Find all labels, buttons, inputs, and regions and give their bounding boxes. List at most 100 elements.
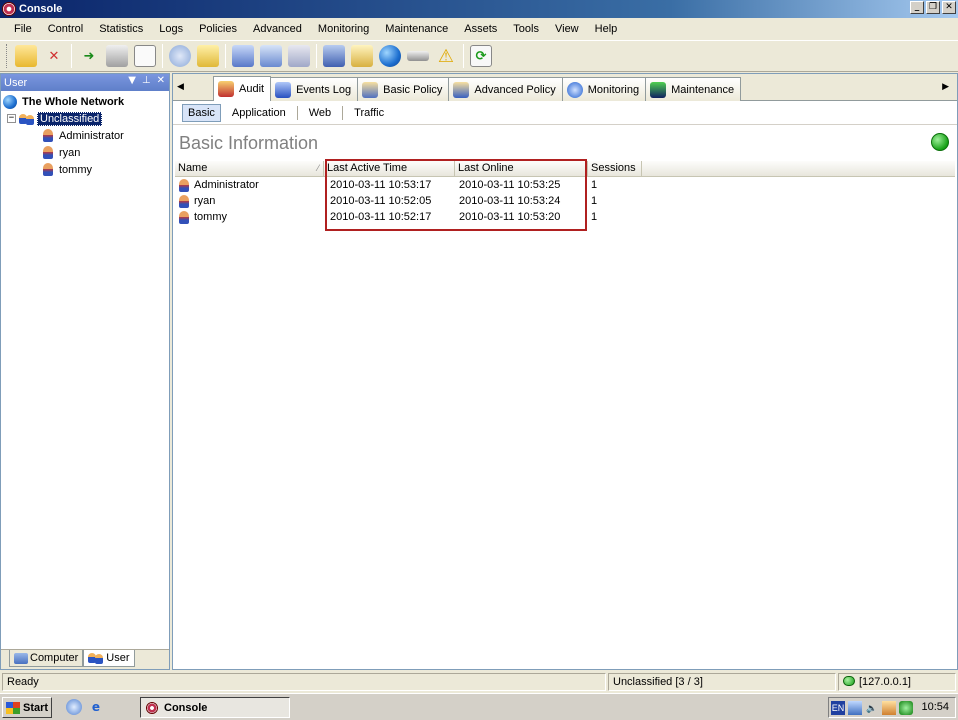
tab-monitoring[interactable]: Monitoring xyxy=(561,77,647,101)
cell-name-text: tommy xyxy=(194,211,227,223)
refresh-icon[interactable]: ⟳ xyxy=(470,45,492,67)
status-ready: Ready xyxy=(2,673,606,691)
taskbar-console[interactable]: Console xyxy=(140,697,290,718)
system-tray: EN 🔈 10:54 xyxy=(828,697,956,718)
menu-control[interactable]: Control xyxy=(40,23,91,35)
delete-icon[interactable]: ✕ xyxy=(43,45,65,67)
drive-icon[interactable] xyxy=(407,51,429,61)
tab-monitoring-label: Monitoring xyxy=(587,83,640,96)
tree-user-label: ryan xyxy=(59,146,81,159)
monitor-tray-icon[interactable] xyxy=(899,700,913,715)
tree-group[interactable]: − Unclassified xyxy=(3,110,169,127)
copy-icon[interactable] xyxy=(232,45,254,67)
section-title: Basic Information xyxy=(179,133,319,153)
start-button[interactable]: Start xyxy=(2,697,52,718)
tree-user[interactable]: ryan xyxy=(3,144,169,161)
user-icon xyxy=(179,210,189,224)
tree-user-label: tommy xyxy=(59,163,92,176)
menu-monitoring[interactable]: Monitoring xyxy=(310,23,377,35)
new-folder-icon[interactable] xyxy=(15,45,37,67)
column-name[interactable]: Name ⁄ xyxy=(175,161,324,176)
menu-file[interactable]: File xyxy=(6,23,40,35)
subtab-separator xyxy=(296,105,298,120)
import-icon[interactable]: ➜ xyxy=(78,45,100,67)
tree-root[interactable]: The Whole Network xyxy=(3,93,169,110)
network-tray-icon[interactable] xyxy=(848,700,862,715)
table-row[interactable]: Administrator 2010-03-11 10:53:17 2010-0… xyxy=(175,177,955,193)
ie-icon[interactable]: e xyxy=(88,699,104,715)
security-icon[interactable] xyxy=(882,700,896,715)
menu-help[interactable]: Help xyxy=(587,23,626,35)
cell-sessions: 1 xyxy=(591,195,598,207)
scroll-left-icon[interactable]: ◀ xyxy=(177,82,184,92)
minimize-button[interactable]: _ xyxy=(910,1,924,14)
report-icon[interactable] xyxy=(351,45,373,67)
menu-tools[interactable]: Tools xyxy=(505,23,547,35)
advanced-policy-icon xyxy=(453,81,470,98)
menu-advanced[interactable]: Advanced xyxy=(245,23,310,35)
column-sessions[interactable]: Sessions xyxy=(588,161,642,176)
dropdown-icon[interactable]: ▼ xyxy=(128,75,136,86)
user-panel-title: User xyxy=(4,76,28,89)
tab-events-log[interactable]: Events Log xyxy=(270,77,359,101)
search-icon[interactable] xyxy=(260,45,282,67)
toolbar-grip[interactable] xyxy=(6,44,9,68)
note-icon[interactable] xyxy=(197,45,219,67)
main-panel: ◀ Audit Events Log Basic Policy Advanced… xyxy=(172,73,958,670)
column-last-active-time[interactable]: Last Active Time xyxy=(324,161,455,176)
tab-advanced-policy[interactable]: Advanced Policy xyxy=(448,77,563,101)
pin-icon[interactable]: ⊥ xyxy=(142,75,151,86)
tree-user[interactable]: Administrator xyxy=(3,127,169,144)
column-last-online[interactable]: Last Online xyxy=(455,161,588,176)
tree-user[interactable]: tommy xyxy=(3,161,169,178)
computer-icon[interactable] xyxy=(323,45,345,67)
toolbar-separator xyxy=(71,44,72,68)
close-icon[interactable]: ✕ xyxy=(157,75,165,86)
collapse-icon[interactable]: − xyxy=(7,114,16,123)
menu-view[interactable]: View xyxy=(547,23,587,35)
tab-maintenance-label: Maintenance xyxy=(671,83,735,96)
subtab-web[interactable]: Web xyxy=(304,105,336,121)
menu-logs[interactable]: Logs xyxy=(151,23,191,35)
print-preview-icon[interactable] xyxy=(134,45,156,67)
cell-name-text: ryan xyxy=(194,195,216,207)
subtab-application[interactable]: Application xyxy=(227,105,291,121)
subtab-basic[interactable]: Basic xyxy=(182,103,221,122)
tab-audit[interactable]: Audit xyxy=(213,76,272,101)
panel-tabs: Computer User xyxy=(1,649,169,669)
menu-statistics[interactable]: Statistics xyxy=(91,23,151,35)
subtab-traffic[interactable]: Traffic xyxy=(349,105,389,121)
volume-icon[interactable]: 🔈 xyxy=(865,701,879,715)
table-row[interactable]: tommy 2010-03-11 10:52:17 2010-03-11 10:… xyxy=(175,209,955,225)
window-controls: _ ❐ ✕ xyxy=(910,1,956,14)
cell-last-active: 2010-03-11 10:52:17 xyxy=(330,211,432,223)
globe-icon[interactable] xyxy=(379,45,401,67)
print-icon[interactable] xyxy=(106,45,128,67)
scroll-right-icon[interactable]: ▶ xyxy=(942,82,949,92)
table-row[interactable]: ryan 2010-03-11 10:52:05 2010-03-11 10:5… xyxy=(175,193,955,209)
user-icon xyxy=(179,194,189,208)
export-icon[interactable] xyxy=(931,133,949,151)
computer-icon xyxy=(14,652,28,664)
restore-button[interactable]: ❐ xyxy=(926,1,940,14)
language-icon[interactable]: EN xyxy=(831,700,845,715)
menu-assets[interactable]: Assets xyxy=(456,23,505,35)
user-panel-header: User ▼ ⊥ ✕ xyxy=(1,74,169,91)
menu-maintenance[interactable]: Maintenance xyxy=(377,23,456,35)
hand-icon[interactable] xyxy=(169,45,191,67)
close-button[interactable]: ✕ xyxy=(942,1,956,14)
maintenance-icon xyxy=(650,81,667,98)
warning-icon[interactable]: ⚠ xyxy=(435,45,457,67)
desktop-icon[interactable] xyxy=(66,699,82,715)
app-icon xyxy=(2,2,16,16)
menu-policies[interactable]: Policies xyxy=(191,23,245,35)
tab-basic-policy[interactable]: Basic Policy xyxy=(357,77,450,101)
properties-icon[interactable] xyxy=(288,45,310,67)
taskbar-console-label: Console xyxy=(164,701,208,714)
tab-user[interactable]: User xyxy=(83,650,135,667)
user-icon xyxy=(179,178,189,192)
column-name-label: Name xyxy=(178,162,208,174)
tab-computer[interactable]: Computer xyxy=(9,650,84,667)
tab-maintenance[interactable]: Maintenance xyxy=(645,77,742,101)
toolbar: ✕ ➜ ⚠ ⟳ xyxy=(0,40,958,72)
